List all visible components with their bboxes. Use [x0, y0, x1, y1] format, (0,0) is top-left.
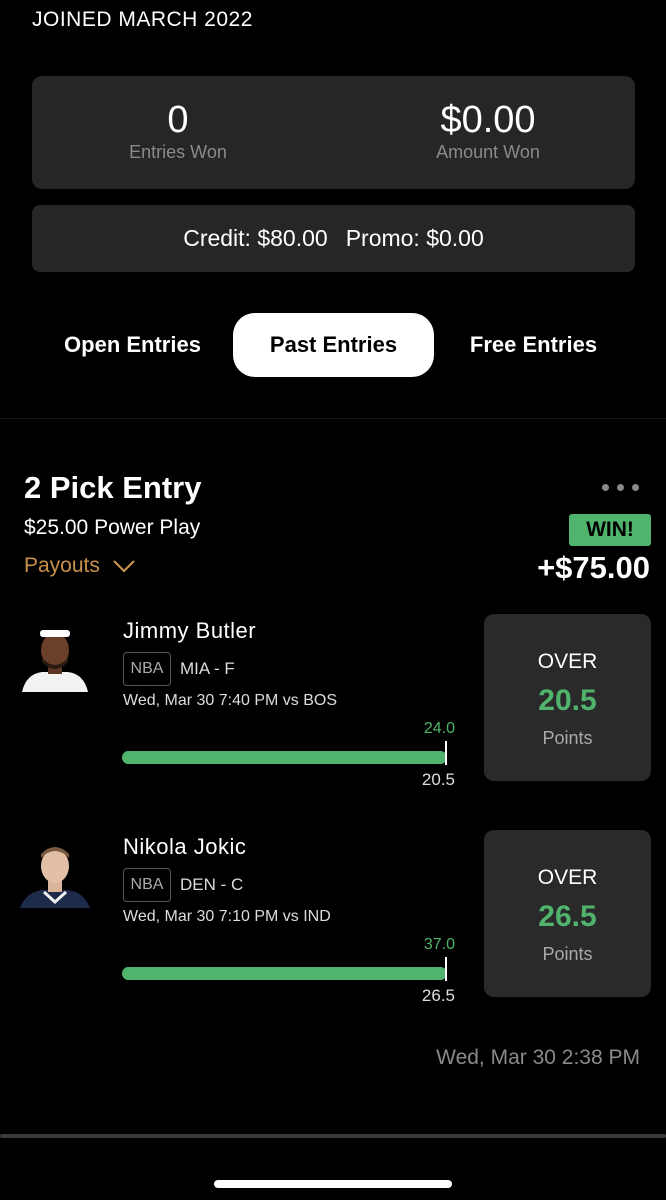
more-options-icon[interactable] [602, 484, 639, 491]
tab-free-entries[interactable]: Free Entries [433, 313, 634, 377]
actual-value: 24.0 [423, 720, 455, 737]
line-marker [445, 957, 447, 981]
direction-label: OVER [537, 650, 598, 673]
balance-card: Credit: $80.00 Promo: $0.00 [32, 205, 635, 272]
divider [0, 418, 666, 419]
entry-title: 2 Pick Entry [24, 470, 202, 505]
tab-past-entries[interactable]: Past Entries [233, 313, 434, 377]
projection-card: OVER 26.5 Points [484, 830, 651, 997]
promo-balance: Promo: $0.00 [345, 225, 484, 251]
pick-card: Nikola Jokic NBA DEN - C Wed, Mar 30 7:1… [0, 830, 666, 1030]
line-marker [445, 741, 447, 765]
stat-type: Points [542, 728, 593, 748]
card-bottom-border [0, 1134, 666, 1138]
progress-track [122, 751, 447, 764]
tab-open-entries[interactable]: Open Entries [32, 313, 233, 377]
entry-timestamp: Wed, Mar 30 2:38 PM [436, 1046, 640, 1069]
home-indicator[interactable] [214, 1180, 452, 1188]
amount-won-label: Amount Won [436, 142, 540, 162]
team-position: DEN - C [180, 875, 244, 894]
player-avatar [16, 836, 94, 908]
stats-card: 0 Entries Won $0.00 Amount Won [32, 76, 635, 189]
win-badge: WIN! [569, 514, 651, 546]
credit-balance: Credit: $80.00 [183, 225, 328, 251]
projection-line: 20.5 [538, 684, 597, 717]
pick-card: Jimmy Butler NBA MIA - F Wed, Mar 30 7:4… [0, 614, 666, 814]
direction-label: OVER [537, 866, 598, 889]
progress-track [122, 967, 447, 980]
payouts-toggle[interactable]: Payouts [24, 554, 136, 578]
player-name: Jimmy Butler [123, 618, 257, 643]
joined-date: JOINED MARCH 2022 [32, 8, 253, 31]
stat-type: Points [542, 944, 593, 964]
amount-won-stat: $0.00 Amount Won [388, 98, 588, 163]
projection-card: OVER 20.5 Points [484, 614, 651, 781]
league-badge: NBA [123, 868, 171, 902]
player-name: Nikola Jokic [123, 834, 247, 859]
progress-bar [122, 751, 447, 764]
game-info: Wed, Mar 30 7:10 PM vs IND [123, 908, 331, 925]
league-badge: NBA [123, 652, 171, 686]
payouts-label: Payouts [24, 554, 100, 577]
entries-won-label: Entries Won [129, 142, 227, 162]
entry-subtitle: $25.00 Power Play [24, 516, 201, 539]
progress-bar [122, 967, 447, 980]
amount-won-value: $0.00 [440, 99, 536, 141]
entries-tabs: Open Entries Past Entries Free Entries [0, 313, 666, 377]
projection-line: 26.5 [538, 900, 597, 933]
line-value: 26.5 [421, 986, 455, 1005]
team-position: MIA - F [180, 659, 235, 678]
player-avatar [16, 620, 94, 692]
win-amount: +$75.00 [537, 550, 650, 585]
actual-value: 37.0 [423, 936, 455, 953]
chevron-down-icon [113, 560, 135, 573]
entries-won-stat: 0 Entries Won [78, 98, 278, 163]
entries-won-value: 0 [167, 99, 189, 141]
game-info: Wed, Mar 30 7:40 PM vs BOS [123, 692, 338, 709]
line-value: 20.5 [421, 770, 455, 789]
